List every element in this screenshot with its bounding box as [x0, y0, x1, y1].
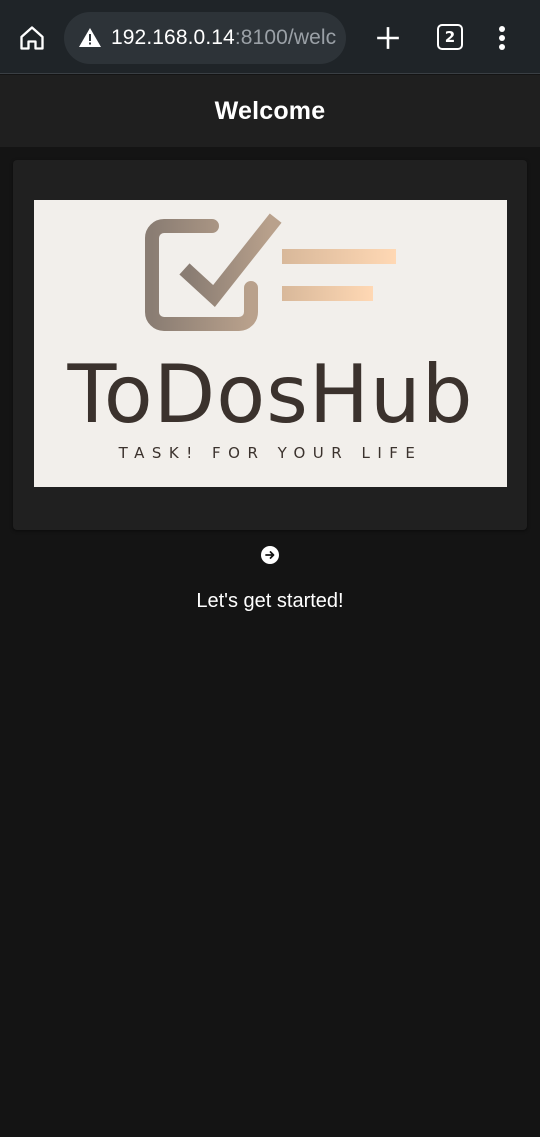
browser-toolbar: 192.168.0.14:8100/welc 2 — [0, 0, 540, 74]
url-path: :8100/welc — [234, 26, 337, 49]
checklist-icon — [145, 213, 396, 331]
home-icon — [20, 26, 44, 50]
tab-count: 2 — [444, 28, 456, 46]
new-tab-button[interactable] — [372, 22, 404, 54]
plus-icon — [377, 27, 399, 49]
address-bar[interactable]: 192.168.0.14:8100/welc — [64, 12, 346, 64]
logo-brand-name: ToDosHub — [67, 348, 474, 441]
page-title: Welcome — [214, 96, 326, 125]
logo-tagline: TASK! FOR YOUR LIFE — [118, 444, 423, 462]
get-started-button[interactable] — [261, 546, 279, 564]
get-started-text[interactable]: Let's get started! — [0, 590, 540, 613]
url-text: 192.168.0.14:8100/welc — [111, 26, 336, 50]
home-button[interactable] — [14, 20, 50, 56]
tab-switcher-button[interactable]: 2 — [437, 24, 463, 50]
app-header: Welcome — [0, 75, 540, 147]
todoshub-logo: ToDosHub TASK! FOR YOUR LIFE — [34, 200, 507, 487]
warning-icon[interactable] — [78, 26, 102, 50]
browser-menu-button[interactable] — [490, 22, 514, 54]
url-host: 192.168.0.14 — [111, 26, 235, 49]
welcome-card: ToDosHub TASK! FOR YOUR LIFE — [13, 160, 527, 530]
arrow-right-circle-icon — [265, 551, 275, 559]
more-vert-icon — [499, 26, 505, 50]
